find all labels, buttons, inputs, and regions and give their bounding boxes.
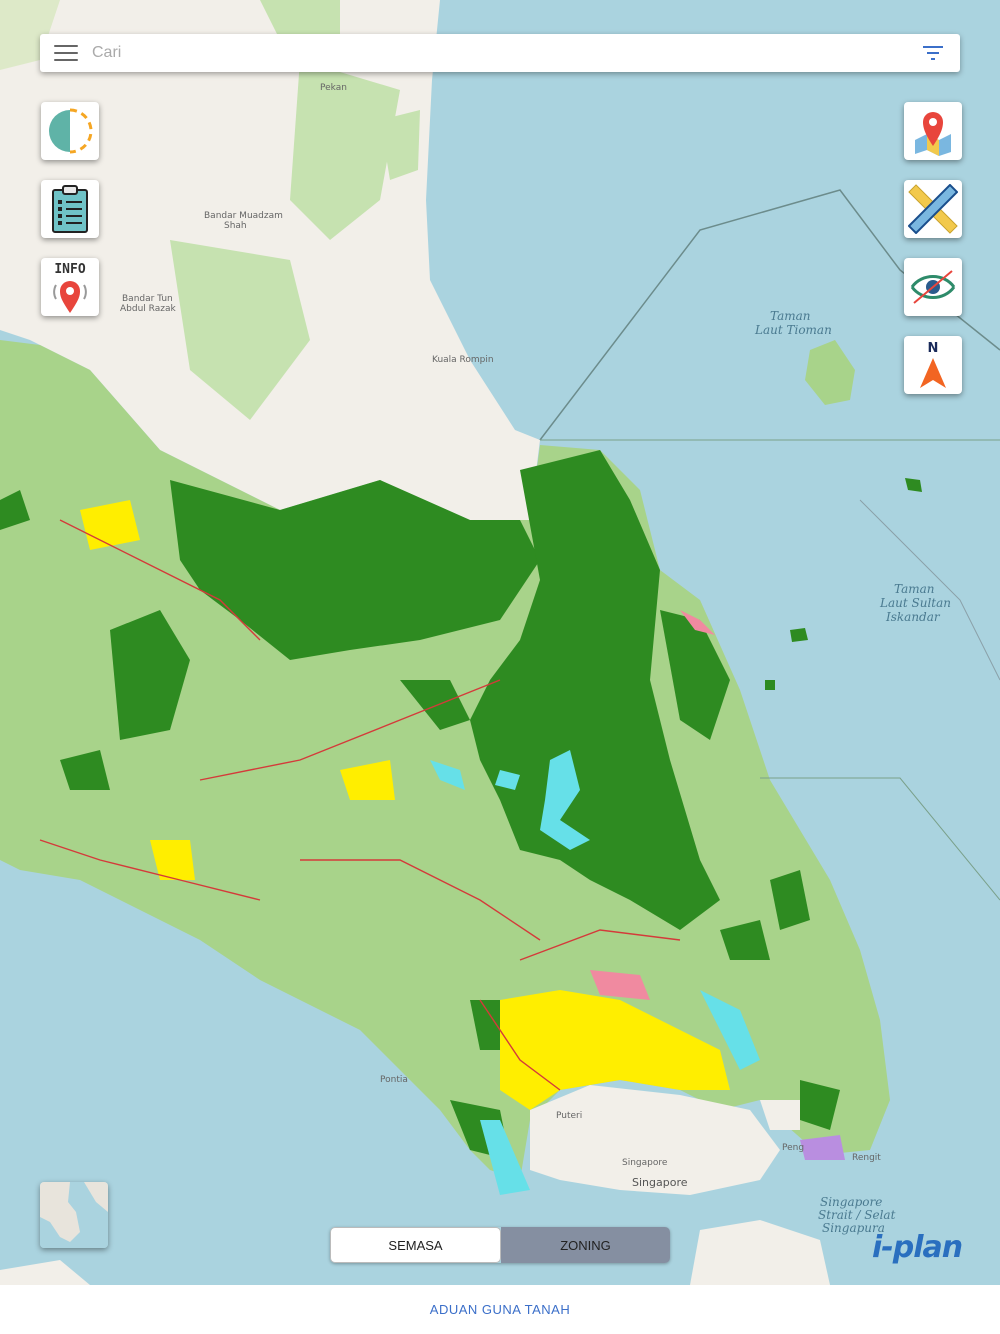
i-plan-logo: i-plan [872, 1230, 963, 1265]
half-circle-icon [49, 108, 93, 154]
clipboard-icon [52, 185, 88, 233]
semasa-tab[interactable]: SEMASA [330, 1227, 501, 1263]
search-input[interactable] [90, 43, 922, 63]
label-taman-tioman: Taman [770, 309, 811, 323]
menu-icon[interactable] [54, 45, 78, 61]
map-canvas[interactable]: Pekan Bandar Muadzam Shah Bandar Tun Abd… [0, 0, 1000, 1285]
label-laut-sultan: Laut Sultan [879, 596, 951, 610]
visibility-toggle-button[interactable] [904, 258, 962, 316]
location-pin-icon [53, 280, 87, 313]
label-bandar-muadzam-2: Shah [224, 221, 247, 231]
label-pekan: Pekan [320, 83, 347, 93]
report-button[interactable] [41, 180, 99, 238]
label-rengit: Rengit [852, 1153, 881, 1163]
ruler-pencil-icon [908, 184, 958, 234]
label-laut-tioman: Laut Tioman [754, 323, 832, 337]
label-puteri: Puteri [556, 1111, 582, 1121]
label-pengerang: Peng [782, 1143, 804, 1153]
search-bar [40, 34, 960, 72]
label-abdul-razak: Abdul Razak [120, 304, 176, 314]
zoning-tab[interactable]: ZONING [501, 1227, 670, 1263]
layer-opacity-button[interactable] [41, 102, 99, 160]
label-bandar-tun: Bandar Tun [122, 294, 173, 304]
label-iskandar: Iskandar [885, 610, 941, 624]
label-kuala-rompin: Kuala Rompin [432, 355, 494, 365]
label-strait-selat: Strait / Selat [818, 1208, 896, 1222]
bottom-bar: ADUAN GUNA TANAH [0, 1285, 1000, 1334]
label-taman-sultan: Taman [894, 582, 935, 596]
mode-segmented-control: SEMASA ZONING [330, 1227, 670, 1263]
draw-measure-button[interactable] [904, 180, 962, 238]
map-svg[interactable]: Pekan Bandar Muadzam Shah Bandar Tun Abd… [0, 0, 1000, 1285]
north-arrow-icon [920, 357, 946, 388]
island [765, 680, 775, 690]
aduan-guna-tanah-link[interactable]: ADUAN GUNA TANAH [430, 1302, 570, 1317]
mini-map-thumbnail [40, 1182, 108, 1248]
eye-off-icon [910, 270, 956, 304]
compass-button[interactable]: N [904, 336, 962, 394]
basemap-switcher[interactable] [40, 1182, 108, 1248]
label-singapore: Singapore [632, 1176, 688, 1189]
map-pin-icon [915, 112, 951, 156]
label-pontian: Pontia [380, 1075, 408, 1085]
filter-icon[interactable] [922, 45, 944, 61]
north-label: N [927, 340, 939, 356]
island [790, 628, 808, 642]
info-location-button[interactable]: INFO [41, 258, 99, 316]
label-singapore-strait: Singapore [820, 1195, 882, 1209]
label-bandar-muadzam: Bandar Muadzam [204, 211, 283, 221]
info-label: INFO [54, 261, 86, 277]
label-singapore-small: Singapore [622, 1158, 668, 1168]
logo-text: i-plan [872, 1230, 963, 1265]
map-marker-button[interactable] [904, 102, 962, 160]
